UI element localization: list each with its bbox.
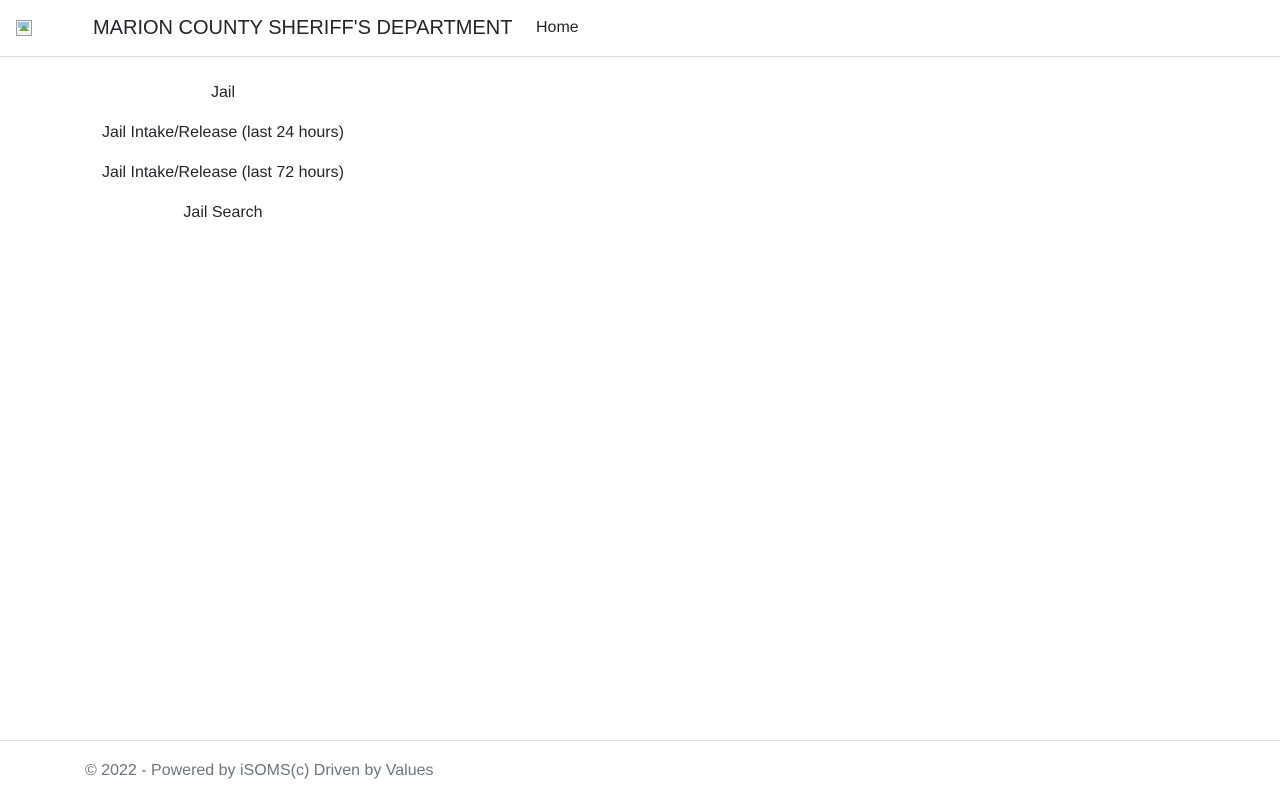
footer-copyright: © 2022 - Powered by iSOMS(c) Driven by V… <box>85 762 434 779</box>
top-navbar: MARION COUNTY SHERIFF'S DEPARTMENT Home <box>0 0 1280 57</box>
logo-mountain <box>19 25 29 31</box>
menu-item-jail[interactable]: Jail <box>85 73 361 113</box>
menu-item-jail-search[interactable]: Jail Search <box>85 193 361 233</box>
broken-image-icon[interactable] <box>16 20 32 36</box>
nav-home-link[interactable]: Home <box>536 18 579 38</box>
page-footer: © 2022 - Powered by iSOMS(c) Driven by V… <box>0 740 1280 801</box>
brand-title-link[interactable]: MARION COUNTY SHERIFF'S DEPARTMENT <box>93 17 512 39</box>
jail-menu: Jail Jail Intake/Release (last 24 hours)… <box>85 73 361 233</box>
menu-item-jail-intake-release-24h[interactable]: Jail Intake/Release (last 24 hours) <box>85 113 361 153</box>
menu-item-jail-intake-release-72h[interactable]: Jail Intake/Release (last 72 hours) <box>85 153 361 193</box>
